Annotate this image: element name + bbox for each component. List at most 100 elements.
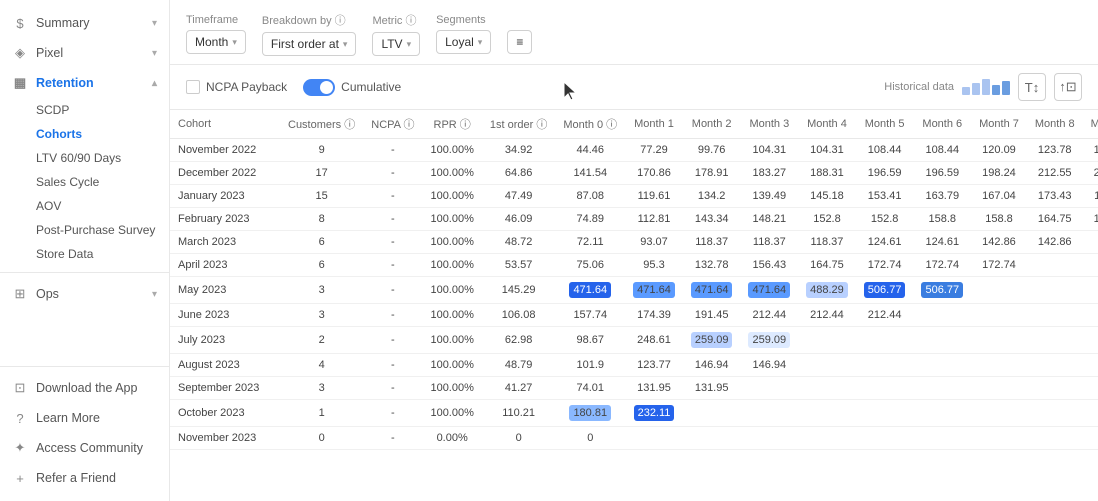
table-cell-m4: [798, 427, 856, 450]
sidebar-item-refer-friend[interactable]: + Refer a Friend: [0, 463, 169, 493]
table-cell-month0: 0: [555, 427, 625, 450]
sidebar-bottom: ⊡ Download the App ? Learn More ✦ Access…: [0, 360, 169, 493]
sort-icon-btn[interactable]: T↕: [1018, 73, 1046, 101]
ops-icon: ⊞: [12, 286, 28, 302]
ncpa-checkbox[interactable]: [186, 80, 200, 94]
table-cell-m5: [856, 327, 914, 354]
table-cell-first_order: 46.09: [482, 208, 555, 231]
table-cell-m9: 126.89: [1083, 139, 1098, 162]
export-icon-btn[interactable]: ↑⊡: [1054, 73, 1082, 101]
table-row: April 20236-100.00%53.5775.0695.3132.781…: [170, 254, 1098, 277]
table-cell-m8: [1027, 277, 1083, 304]
table-cell-first_order: 106.08: [482, 304, 555, 327]
table-cell-customers: 3: [280, 277, 363, 304]
sidebar-item-store-data[interactable]: Store Data: [0, 242, 169, 266]
table-cell-m2: [683, 427, 741, 450]
table-cell-m7: 172.74: [971, 254, 1027, 277]
sidebar-item-download-app[interactable]: ⊡ Download the App: [0, 373, 169, 403]
metric-select[interactable]: LTV ▾: [372, 32, 420, 56]
table-cell-m9: [1083, 231, 1098, 254]
table-cell-ncpa: -: [363, 354, 422, 377]
table-cell-m2: 131.95: [683, 377, 741, 400]
table-cell-cohort: April 2023: [170, 254, 280, 277]
table-cell-m2: 132.78: [683, 254, 741, 277]
segments-select[interactable]: Loyal ▾: [436, 30, 491, 54]
table-cell-m9: [1083, 277, 1098, 304]
table-cell-m4: 212.44: [798, 304, 856, 327]
table-cell-first_order: 53.57: [482, 254, 555, 277]
table-cell-rpr: 100.00%: [422, 162, 481, 185]
table-cell-ncpa: -: [363, 377, 422, 400]
main-content: Timeframe Month ▾ Breakdown by ⓘ First o…: [170, 0, 1098, 501]
breakdown-control: Breakdown by ⓘ First order at ▾: [262, 12, 357, 56]
filter-button[interactable]: ≡: [507, 30, 532, 54]
table-cell-ncpa: -: [363, 162, 422, 185]
sidebar-item-retention[interactable]: ▦ Retention ▴: [0, 68, 169, 98]
table-cell-cohort: February 2023: [170, 208, 280, 231]
table-cell-month0: 74.89: [555, 208, 625, 231]
sidebar-item-pixel[interactable]: ◈ Pixel ▾: [0, 38, 169, 68]
table-cell-rpr: 100.00%: [422, 277, 481, 304]
table-cell-m2: 191.45: [683, 304, 741, 327]
col-month9: Month 9: [1083, 110, 1098, 139]
table-cell-m6: 506.77: [913, 277, 971, 304]
table-cell-m5: 108.44: [856, 139, 914, 162]
table-cell-m4: 152.8: [798, 208, 856, 231]
col-first-order: 1st order ⓘ: [482, 110, 555, 139]
sidebar-item-cohorts[interactable]: Cohorts: [0, 122, 169, 146]
sidebar-item-summary[interactable]: $ Summary ▾: [0, 8, 169, 38]
table-header-row: Cohort Customers ⓘ NCPA ⓘ RPR ⓘ 1st orde…: [170, 110, 1098, 139]
table-cell-ncpa: -: [363, 208, 422, 231]
sidebar-item-scdp[interactable]: SCDP: [0, 98, 169, 122]
chevron-icon: ▾: [152, 289, 157, 300]
table-cell-customers: 2: [280, 327, 363, 354]
cumulative-toggle[interactable]: [303, 79, 335, 96]
table-cell-m8: 123.78: [1027, 139, 1083, 162]
timeframe-select[interactable]: Month ▾: [186, 30, 246, 54]
table-cell-m1: 93.07: [625, 231, 683, 254]
table-cell-first_order: 0: [482, 427, 555, 450]
table-cell-m9: 180.11: [1083, 185, 1098, 208]
table-cell-first_order: 47.49: [482, 185, 555, 208]
table-cell-m2: 118.37: [683, 231, 741, 254]
table-cell-m4: 188.31: [798, 162, 856, 185]
sidebar-item-learn-more[interactable]: ? Learn More: [0, 403, 169, 433]
table-cell-m3: 156.43: [740, 254, 798, 277]
table-cell-m1: 170.86: [625, 162, 683, 185]
sidebar-item-aov[interactable]: AOV: [0, 194, 169, 218]
table-cell-m7: [971, 327, 1027, 354]
table-cell-month0: 75.06: [555, 254, 625, 277]
table-cell-m5: 196.59: [856, 162, 914, 185]
pixel-icon: ◈: [12, 45, 28, 61]
table-cell-m8: 173.43: [1027, 185, 1083, 208]
sidebar-item-community[interactable]: ✦ Access Community: [0, 433, 169, 463]
table-cell-customers: 17: [280, 162, 363, 185]
table-cell-rpr: 100.00%: [422, 185, 481, 208]
table-cell-m8: [1027, 427, 1083, 450]
table-cell-ncpa: -: [363, 139, 422, 162]
breakdown-select[interactable]: First order at ▾: [262, 32, 357, 56]
col-month4: Month 4: [798, 110, 856, 139]
table-cell-customers: 3: [280, 377, 363, 400]
timeframe-label: Timeframe: [186, 14, 246, 26]
table-cell-m4: [798, 354, 856, 377]
table-row: October 20231-100.00%110.21180.81232.11: [170, 400, 1098, 427]
sidebar-item-ltv[interactable]: LTV 60/90 Days: [0, 146, 169, 170]
sidebar-item-ops[interactable]: ⊞ Ops ▾: [0, 279, 169, 309]
table-cell-m1: 174.39: [625, 304, 683, 327]
table-cell-m8: [1027, 354, 1083, 377]
sidebar-item-post-purchase[interactable]: Post-Purchase Survey: [0, 218, 169, 242]
table-cell-rpr: 100.00%: [422, 254, 481, 277]
table-cell-ncpa: -: [363, 327, 422, 354]
table-row: March 20236-100.00%48.7272.1193.07118.37…: [170, 231, 1098, 254]
hist-bar-1: [962, 87, 970, 95]
table-cell-m7: [971, 277, 1027, 304]
sidebar-item-sales-cycle[interactable]: Sales Cycle: [0, 170, 169, 194]
cumulative-label: Cumulative: [341, 80, 401, 94]
historical-bars: [962, 79, 1010, 95]
divider: [0, 366, 169, 367]
table-cell-m6: [913, 377, 971, 400]
chevron-icon: ▾: [152, 48, 157, 59]
cohorts-table-container[interactable]: Cohort Customers ⓘ NCPA ⓘ RPR ⓘ 1st orde…: [170, 110, 1098, 501]
col-cohort: Cohort: [170, 110, 280, 139]
